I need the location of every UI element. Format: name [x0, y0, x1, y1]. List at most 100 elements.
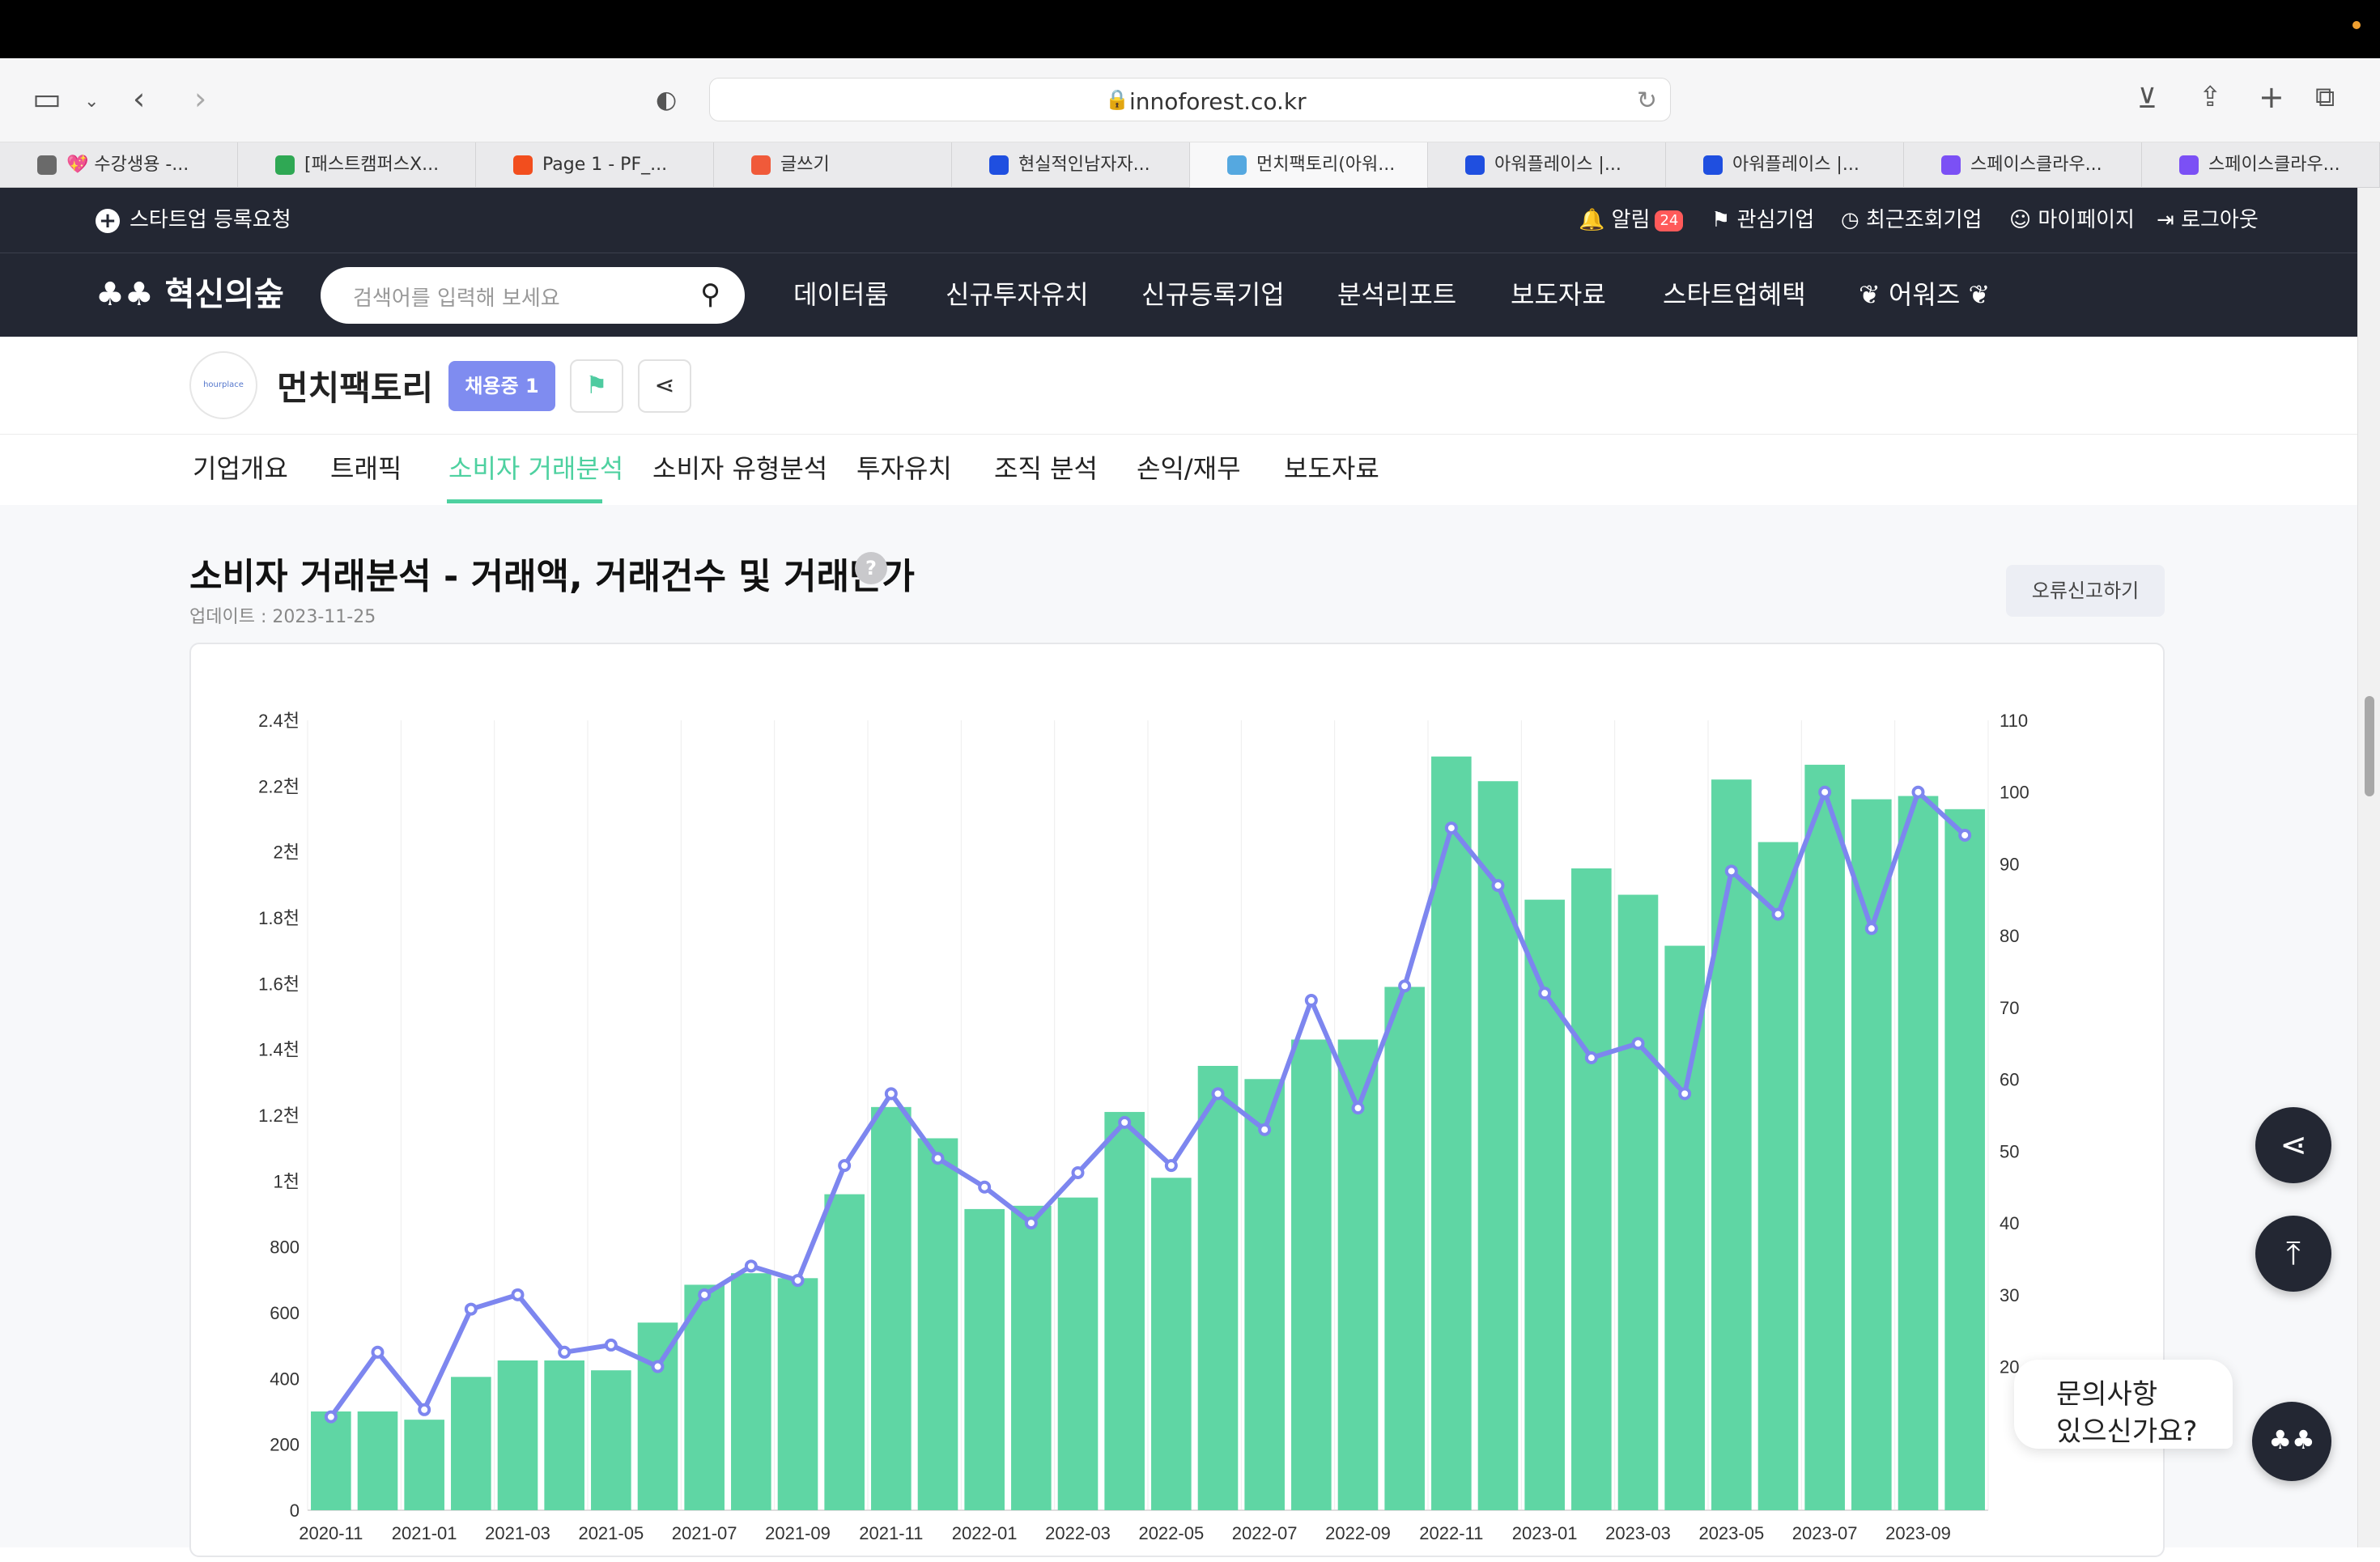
index-point	[1491, 879, 1505, 893]
updated-date: 업데이트 : 2023-11-25	[189, 607, 376, 627]
nav-new-registration[interactable]: 신규등록기업	[1141, 277, 1285, 312]
bar	[637, 1322, 678, 1510]
tab-investment[interactable]: 투자유치	[856, 452, 952, 485]
company-logo: hourplace	[189, 351, 257, 419]
back-icon[interactable]: ‹	[133, 83, 145, 115]
address-bar[interactable]: 🔒 innoforest.co.kr ↻	[709, 78, 1671, 121]
y-left-tick-label: 2천	[274, 843, 300, 863]
mypage-button[interactable]: ☺ 마이페이지	[2009, 204, 2135, 236]
tab-press[interactable]: 보도자료	[1284, 452, 1379, 485]
bookmark-icon: ⚑	[1711, 208, 1731, 232]
bar	[451, 1377, 491, 1510]
tab-consumer-types[interactable]: 소비자 유형분석	[652, 452, 827, 485]
nav-awards[interactable]: ❦ 어워즈 ❦	[1859, 277, 1990, 312]
new-tab-icon[interactable]: +	[2259, 81, 2284, 113]
tab-consumer-transactions[interactable]: 소비자 거래분석	[448, 452, 623, 485]
bar	[497, 1360, 538, 1510]
sidebar-icon[interactable]: ▭	[32, 83, 62, 115]
x-tick-label: 2021-07	[672, 1523, 737, 1543]
bar	[404, 1420, 444, 1510]
tab-finance[interactable]: 손익/재무	[1137, 452, 1241, 485]
search-icon[interactable]: ⚲	[700, 278, 720, 311]
alarm-button[interactable]: 🔔 알림 24	[1579, 204, 1684, 236]
tabs-overview-icon[interactable]: ⧉	[2315, 81, 2335, 113]
browser-tab[interactable]: [패스트캠퍼스X...	[238, 142, 476, 188]
report-error-button[interactable]: 오류신고하기	[2006, 565, 2165, 617]
chat-button[interactable]: ♣♣	[2252, 1402, 2331, 1481]
bar	[311, 1411, 351, 1510]
browser-tab[interactable]: Page 1 - PF_...	[476, 142, 714, 188]
y-right-tick-label: 30	[2000, 1285, 2019, 1305]
y-left-tick-label: 0	[290, 1500, 300, 1521]
bookmark-button[interactable]: ⚑	[570, 359, 623, 413]
register-startup-button[interactable]: + 스타트업 등록요청	[96, 204, 291, 236]
hiring-button[interactable]: 채용중 1	[448, 361, 555, 411]
x-tick-label: 2021-01	[392, 1523, 457, 1543]
nav-dataroom[interactable]: 데이터룸	[793, 277, 889, 312]
browser-tab[interactable]: 아워플레이스 |...	[1666, 142, 1904, 188]
bar	[1011, 1205, 1052, 1510]
forward-icon[interactable]: ›	[194, 83, 206, 115]
scroll-top-button[interactable]: ⤒	[2255, 1216, 2331, 1292]
nav-reports[interactable]: 분석리포트	[1337, 277, 1456, 312]
tree-logo-icon: ♣♣	[96, 276, 154, 313]
y-right-tick-label: 110	[2000, 711, 2028, 731]
bar	[1617, 894, 1659, 1510]
nav-awards-label: 어워즈	[1888, 279, 1961, 310]
search-input[interactable]: 검색어를 입력해 보세요 ⚲	[321, 267, 745, 324]
bar	[871, 1106, 912, 1510]
index-point	[1584, 1051, 1598, 1065]
history-icon: ◷	[1841, 208, 1859, 232]
tab-organization[interactable]: 조직 분석	[994, 452, 1098, 485]
share-icon: ⋖	[654, 371, 675, 400]
browser-tab[interactable]: 스페이스클라우...	[2142, 142, 2380, 188]
bar	[1851, 799, 1892, 1510]
logout-button[interactable]: ⇥ 로그아웃	[2157, 204, 2259, 236]
chevron-down-icon[interactable]: ⌄	[84, 86, 99, 118]
y-left-tick-label: 1.6천	[258, 974, 300, 994]
tab-traffic[interactable]: 트래픽	[330, 452, 402, 485]
tab-label: [패스트캠퍼스X...	[304, 155, 440, 175]
nav-benefits[interactable]: 스타트업혜택	[1663, 277, 1806, 312]
recording-indicator	[2352, 21, 2361, 29]
index-point	[1258, 1123, 1272, 1136]
nav-press[interactable]: 보도자료	[1511, 277, 1606, 312]
logout-label: 로그아웃	[2181, 208, 2259, 232]
index-point	[464, 1302, 478, 1316]
browser-tab[interactable]: 글쓰기	[714, 142, 952, 188]
nav-new-investment[interactable]: 신규투자유치	[946, 277, 1089, 312]
browser-tab[interactable]: 💖 수강생용 -...	[0, 142, 238, 188]
page-scrollbar[interactable]	[2357, 188, 2380, 1547]
y-left-tick-label: 2.4천	[258, 711, 300, 731]
bell-icon: 🔔	[1579, 208, 1605, 232]
company-name: 먼치팩토리	[277, 368, 434, 408]
x-tick-label: 2022-01	[952, 1523, 1018, 1543]
bar	[777, 1278, 818, 1510]
tab-overview[interactable]: 기업개요	[193, 452, 288, 485]
site-header: + 스타트업 등록요청 🔔 알림 24 ⚑ 관심기업 ◷ 최근조회기업 ☺ 마이페이…	[0, 188, 2357, 337]
browser-tab[interactable]: 현실적인남자자...	[952, 142, 1190, 188]
site-logo[interactable]: ♣♣ 혁신의숲	[96, 269, 284, 320]
inquiry-bubble[interactable]: 문의사항 있으신가요?	[2014, 1360, 2233, 1449]
transaction-chart: 0 200 400 600 800 1천 1.2천 1.4천 1.6천 1.8천 2천 2.2천 2.4…	[258, 711, 2029, 1543]
browser-tab[interactable]: 스페이스클라우...	[1904, 142, 2142, 188]
reload-icon[interactable]: ↻	[1637, 87, 1657, 115]
download-icon[interactable]: ⊻	[2137, 83, 2157, 115]
share-icon[interactable]: ⇪	[2199, 81, 2222, 113]
share-fab[interactable]: ⋖	[2255, 1107, 2331, 1183]
bar	[357, 1411, 398, 1510]
browser-tab[interactable]: 아워플레이스 |...	[1428, 142, 1666, 188]
index-point	[604, 1338, 618, 1352]
scrollbar-thumb[interactable]	[2365, 696, 2374, 796]
help-icon[interactable]: ?	[855, 552, 887, 584]
x-tick-label: 2022-05	[1138, 1523, 1204, 1543]
interest-button[interactable]: ⚑ 관심기업	[1711, 204, 1814, 236]
recent-button[interactable]: ◷ 최근조회기업	[1841, 204, 1982, 236]
shield-icon[interactable]: ◐	[656, 84, 677, 117]
os-menu-bar	[0, 0, 2380, 58]
share-button[interactable]: ⋖	[638, 359, 691, 413]
bar	[1151, 1178, 1192, 1510]
arrow-up-icon: ⤒	[2286, 1235, 2301, 1272]
index-point	[791, 1274, 805, 1288]
browser-tab[interactable]: 먼치팩토리(아워...	[1190, 142, 1428, 188]
